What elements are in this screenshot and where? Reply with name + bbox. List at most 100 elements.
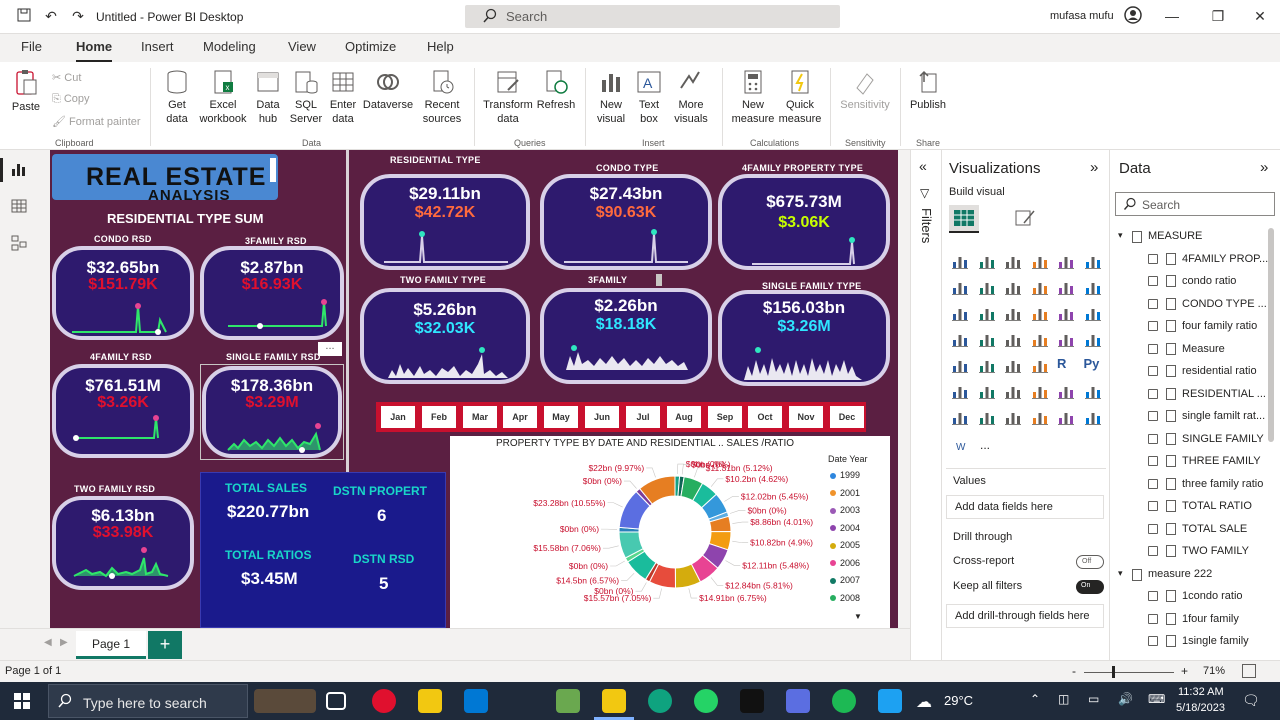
- refresh-button[interactable]: Refresh: [536, 68, 576, 112]
- totals-card[interactable]: TOTAL SALES $220.77bn DSTN PROPERT 6 TOT…: [200, 472, 446, 628]
- data-search-input[interactable]: Search: [1115, 192, 1275, 216]
- gauge-icon[interactable]: [1031, 330, 1049, 348]
- line-and-column-chart-icon[interactable]: [1031, 278, 1049, 296]
- menu-view[interactable]: View: [288, 39, 316, 54]
- spotify-icon[interactable]: [832, 689, 856, 713]
- field-checkbox[interactable]: [1148, 546, 1158, 556]
- zoom-slider-track[interactable]: [1084, 672, 1174, 673]
- chevron-down-icon[interactable]: ▾: [1118, 230, 1123, 241]
- legend-item[interactable]: 2001: [830, 488, 860, 498]
- field-checkbox[interactable]: [1148, 478, 1158, 489]
- field-item[interactable]: 1single family: [1182, 635, 1249, 647]
- stacked-area-chart-icon[interactable]: [1004, 278, 1022, 296]
- field-checkbox[interactable]: [1148, 591, 1158, 601]
- field-item[interactable]: TOTAL RATIO: [1182, 500, 1252, 512]
- report-canvas[interactable]: REAL ESTATE ANALYSIS RESIDENTIAL TYPE SU…: [50, 150, 898, 628]
- field-checkbox[interactable]: [1148, 613, 1158, 624]
- field-item[interactable]: four family ratio: [1182, 320, 1257, 332]
- month-mar-button[interactable]: Mar: [463, 406, 497, 428]
- stacked-bar-chart-icon[interactable]: [951, 252, 969, 270]
- zoom-out-button[interactable]: -: [1072, 664, 1076, 678]
- ribbon-chart-icon[interactable]: [1084, 278, 1102, 296]
- undo-icon[interactable]: ↶: [43, 8, 59, 24]
- line-chart-icon[interactable]: [951, 278, 969, 296]
- minimize-icon[interactable]: —: [1160, 6, 1184, 26]
- collapse-data-icon[interactable]: »: [1260, 159, 1268, 176]
- field-item[interactable]: 4FAMILY PROP...: [1182, 253, 1268, 265]
- taskbar-search-box[interactable]: Type here to search: [48, 684, 248, 718]
- field-item[interactable]: TOTAL SALE: [1182, 523, 1247, 535]
- field-item[interactable]: three family ratio: [1182, 478, 1263, 490]
- excel-workbook-button[interactable]: x Excel workbook: [198, 68, 248, 126]
- field-item[interactable]: RESIDENTIAL ...: [1182, 388, 1266, 400]
- account-icon[interactable]: [1121, 6, 1145, 26]
- table-view-icon[interactable]: [10, 197, 30, 217]
- matrix-icon[interactable]: [1031, 356, 1049, 374]
- menu-optimize[interactable]: Optimize: [345, 39, 396, 54]
- kpi-card-4family-rsd[interactable]: $761.51M $3.26K: [52, 364, 194, 458]
- field-checkbox[interactable]: [1148, 636, 1158, 646]
- weather-temperature[interactable]: 29°C: [944, 693, 973, 708]
- month-jul-button[interactable]: Jul: [626, 406, 660, 428]
- battery-icon[interactable]: ▭: [1088, 692, 1099, 706]
- zoom-slider-thumb[interactable]: [1112, 666, 1115, 678]
- field-item[interactable]: 1four family: [1182, 613, 1239, 625]
- data-pane-scrollbar[interactable]: [1268, 228, 1274, 442]
- copy-button[interactable]: ⎘ Copy: [52, 93, 90, 106]
- legend-item[interactable]: 2008: [830, 593, 860, 603]
- clock-date[interactable]: 5/18/2023: [1176, 702, 1225, 714]
- smart-narrative-icon[interactable]: [1031, 382, 1049, 400]
- kpi-card-two-family-type[interactable]: $5.26bn $32.03K: [360, 288, 530, 384]
- data-table-name[interactable]: MEASURE: [1148, 230, 1202, 242]
- kpi-card-single-family-rsd[interactable]: $178.36bn $3.29M: [202, 366, 342, 458]
- month-nov-button[interactable]: Nov: [789, 406, 823, 428]
- field-item[interactable]: SINGLE FAMILY: [1182, 433, 1264, 445]
- weather-icon[interactable]: ☁: [916, 692, 932, 712]
- field-checkbox[interactable]: [1148, 343, 1158, 354]
- python-visual-icon[interactable]: Py: [1084, 356, 1102, 374]
- fit-to-page-icon[interactable]: [1242, 664, 1256, 678]
- redo-icon[interactable]: ↷: [70, 8, 86, 24]
- filled-map-icon[interactable]: [978, 330, 996, 348]
- notifications-icon[interactable]: 🗨: [1242, 692, 1260, 709]
- power-automate-icon[interactable]: [951, 408, 969, 426]
- kpi-card-3family[interactable]: $2.26bn $18.18K: [540, 288, 712, 384]
- drill-through-well[interactable]: Add drill-through fields here: [946, 604, 1104, 628]
- menu-modeling[interactable]: Modeling: [203, 39, 256, 54]
- kpi-icon[interactable]: [951, 356, 969, 374]
- funnel-chart-icon[interactable]: [978, 304, 996, 322]
- field-item[interactable]: THREE FAMILY: [1182, 455, 1261, 467]
- more-visuals-menu[interactable]: ...: [980, 438, 990, 452]
- task-view-icon[interactable]: [326, 692, 346, 710]
- model-view-icon[interactable]: [10, 234, 30, 254]
- kpi-card-two-family-rsd[interactable]: $6.13bn $33.98K: [52, 496, 194, 590]
- search-highlights-icon[interactable]: [254, 689, 316, 713]
- windows-start-icon[interactable]: [14, 693, 30, 712]
- page-next-icon[interactable]: ▶: [60, 637, 68, 648]
- twitter-icon[interactable]: [878, 689, 902, 713]
- field-checkbox[interactable]: [1148, 433, 1158, 444]
- page-prev-icon[interactable]: ◀: [44, 637, 52, 648]
- show-hidden-icons[interactable]: ⌃: [1030, 692, 1040, 706]
- power-bi-icon[interactable]: [602, 689, 626, 713]
- legend-item[interactable]: 2006: [830, 558, 860, 568]
- decomposition-tree-icon[interactable]: [978, 382, 996, 400]
- clustered-column-chart-icon[interactable]: [1031, 252, 1049, 270]
- paste-button[interactable]: Paste: [8, 68, 44, 114]
- menu-home[interactable]: Home: [76, 39, 112, 54]
- legend-item[interactable]: 2003: [830, 505, 860, 515]
- field-item[interactable]: 1condo ratio: [1182, 590, 1243, 602]
- scroll-handle[interactable]: [656, 274, 662, 286]
- quick-measure-button[interactable]: Quick measure: [778, 68, 822, 126]
- zoom-in-button[interactable]: +: [1181, 664, 1188, 678]
- more-options-button[interactable]: ...: [318, 341, 342, 356]
- pie-chart-icon[interactable]: [1031, 304, 1049, 322]
- menu-insert[interactable]: Insert: [141, 39, 174, 54]
- values-well[interactable]: Add data fields here: [946, 495, 1104, 519]
- clock-time[interactable]: 11:32 AM: [1178, 686, 1224, 698]
- new-measure-button[interactable]: New measure: [730, 68, 776, 126]
- volume-icon[interactable]: 🔊: [1118, 692, 1133, 706]
- language-icon[interactable]: ⌨: [1148, 692, 1165, 706]
- close-icon[interactable]: ✕: [1248, 6, 1272, 26]
- month-jun-button[interactable]: Jun: [585, 406, 619, 428]
